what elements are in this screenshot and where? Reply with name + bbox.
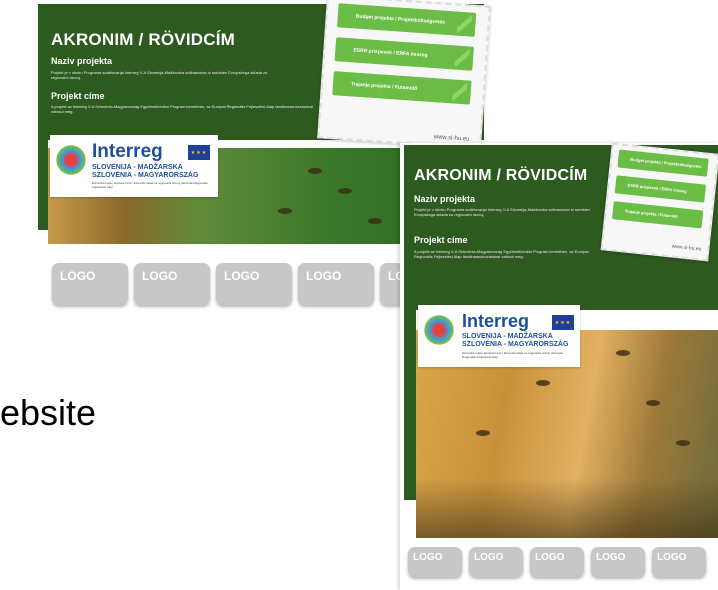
- left-interreg-logo: Interreg SLOVENIJA - MADŽARSKA SZLOVÉNIA…: [50, 135, 218, 197]
- interreg-line1: SLOVENIJA - MADŽARSKA: [462, 333, 553, 340]
- left-cime-text: A projekt az Interreg V-A Szlovénia-Magy…: [51, 104, 313, 114]
- right-logo-5: LOGO: [652, 547, 706, 577]
- right-naziv-text: Projekt je v okviru Programa sodelovanja…: [414, 207, 591, 217]
- right-side-band: [404, 310, 416, 500]
- right-stamp-row-duration: Trajanje projekta / Futamidő: [611, 201, 704, 229]
- left-stamp-url: www.si-hu.eu: [433, 134, 470, 143]
- left-title: AKRONIM / RÖVIDCÍM: [51, 30, 235, 49]
- right-logo-3: LOGO: [530, 547, 584, 577]
- interreg-wordmark: Interreg: [92, 141, 163, 162]
- interreg-line2: SZLOVÉNIA - MAGYARORSZÁG: [92, 172, 199, 179]
- bee-image: [278, 208, 292, 214]
- right-stamp-url: www.si-hu.eu: [671, 243, 702, 253]
- right-logo-4: LOGO: [591, 547, 645, 577]
- left-logo-2: LOGO: [134, 263, 210, 305]
- interreg-fine: Evropska unija | Európai Unió | Evropski…: [92, 181, 208, 189]
- right-logo-2: LOGO: [469, 547, 523, 577]
- left-logo-4: LOGO: [298, 263, 374, 305]
- interreg-line2: SZLOVÉNIA - MAGYARORSZÁG: [462, 341, 569, 348]
- bee-image: [676, 440, 690, 446]
- interreg-wordmark: Interreg: [462, 311, 530, 331]
- cluster-icon: [54, 143, 88, 177]
- left-logo-3: LOGO: [216, 263, 292, 305]
- left-stamp: Budget projekta / Projektköltségvetés ES…: [317, 0, 491, 150]
- left-stamp-row-budget: Budget projekta / Projektköltségvetés: [336, 3, 477, 37]
- cluster-icon: [422, 313, 456, 347]
- bee-image: [476, 430, 490, 436]
- bee-image: [616, 350, 630, 356]
- right-interreg-logo: Interreg SLOVENIJA - MADŽARSKA SZLOVÉNIA…: [418, 305, 580, 367]
- right-naziv-label: Naziv projekta: [414, 194, 476, 204]
- interreg-fine: Evropska unija | Európai Unió | Evropski…: [462, 351, 563, 359]
- eu-flag-icon: [188, 145, 210, 160]
- left-naziv-text: Projekt je v okviru Programa sodelovanja…: [51, 70, 268, 80]
- right-stamp: Budget projekta / Projektköltségvetés ES…: [600, 142, 718, 262]
- right-title: AKRONIM / RÖVIDCÍM: [414, 167, 588, 184]
- caption-text: ebsite: [0, 392, 97, 433]
- chevron-icon: [456, 14, 473, 34]
- bee-image: [646, 400, 660, 406]
- left-logo-1: LOGO: [52, 263, 128, 305]
- bee-image: [338, 188, 352, 194]
- left-stamp-row-esrr: ESRR prispevek / ERFA összeg: [334, 37, 474, 71]
- interreg-line1: SLOVENIJA - MADŽARSKA: [92, 164, 183, 171]
- left-cime-label: Projekt címe: [51, 91, 105, 101]
- bee-image: [536, 380, 550, 386]
- right-cime-label: Projekt címe: [414, 235, 468, 245]
- chevron-icon: [454, 48, 470, 68]
- bee-image: [368, 218, 382, 224]
- right-logo-1: LOGO: [408, 547, 462, 577]
- right-stamp-row-esrr: ESRR prispevek / ERFA összeg: [614, 175, 707, 203]
- eu-flag-icon: [552, 315, 574, 330]
- left-header-lower: [38, 140, 48, 230]
- left-stamp-row-duration: Trajanje projekta / Futamidő: [332, 71, 472, 105]
- hive-shadow: [416, 478, 718, 538]
- right-stamp-row-budget: Budget projekta / Projektköltségvetés: [617, 149, 709, 177]
- chevron-icon: [452, 82, 468, 102]
- bee-image: [308, 168, 322, 174]
- right-cime-text: A projekt az Interreg V-A Szlovénia-Magy…: [414, 249, 589, 259]
- left-naziv-label: Naziv projekta: [51, 56, 113, 66]
